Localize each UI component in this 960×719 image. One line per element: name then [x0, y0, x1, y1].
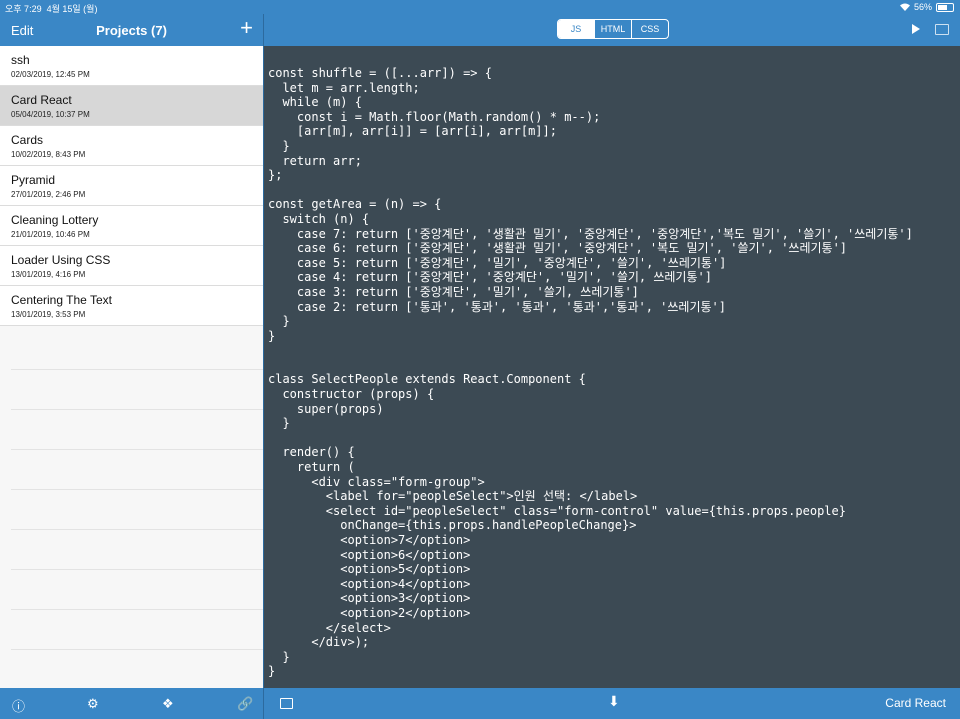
current-project-name: Card React	[885, 696, 946, 710]
project-list: ssh 02/03/2019, 12:45 PM Card React 05/0…	[0, 46, 263, 326]
play-icon[interactable]	[912, 24, 920, 34]
editor-footer: ⬇ Card React	[264, 688, 960, 719]
project-date: 10/02/2019, 8:43 PM	[11, 150, 86, 159]
tab-js[interactable]: JS	[558, 20, 594, 38]
project-name: ssh	[11, 53, 30, 67]
code-editor[interactable]: const shuffle = ([...arr]) => { let m = …	[264, 46, 960, 688]
project-name: Cards	[11, 133, 44, 147]
project-item-selected[interactable]: Card React 05/04/2019, 10:37 PM	[0, 86, 263, 126]
tab-html[interactable]: HTML	[594, 20, 631, 38]
project-item[interactable]: Cleaning Lottery 21/01/2019, 10:46 PM	[0, 206, 263, 246]
status-bar: 오후 7:29 4월 15일 (월) 56%	[0, 0, 960, 14]
download-icon[interactable]: ⬇	[608, 693, 620, 710]
info-icon[interactable]: ⓘ	[12, 696, 25, 715]
project-date: 21/01/2019, 10:46 PM	[11, 230, 90, 239]
project-item[interactable]: Pyramid 27/01/2019, 2:46 PM	[0, 166, 263, 206]
status-time: 오후 7:29	[5, 4, 42, 14]
empty-list-area	[11, 330, 263, 650]
project-item[interactable]: Centering The Text 13/01/2019, 3:53 PM	[0, 286, 263, 326]
project-name: Card React	[11, 93, 72, 107]
code-text[interactable]: const shuffle = ([...arr]) => { let m = …	[264, 46, 960, 679]
editor-header: JS HTML CSS	[264, 14, 960, 46]
project-date: 27/01/2019, 2:46 PM	[11, 190, 86, 199]
project-item[interactable]: ssh 02/03/2019, 12:45 PM	[0, 46, 263, 86]
link-icon[interactable]: 🔗	[237, 696, 253, 712]
language-tabs: JS HTML CSS	[557, 19, 669, 39]
project-name: Loader Using CSS	[11, 253, 111, 267]
battery-percent: 56%	[913, 2, 932, 12]
console-icon[interactable]	[935, 24, 949, 35]
project-date: 13/01/2019, 4:16 PM	[11, 270, 86, 279]
tab-css[interactable]: CSS	[631, 20, 668, 38]
project-date: 05/04/2019, 10:37 PM	[11, 110, 90, 119]
image-icon[interactable]	[280, 698, 293, 709]
sidebar-footer: ⓘ ⚙ ❖ 🔗	[0, 688, 263, 719]
status-date: 4월 15일 (월)	[46, 4, 98, 14]
wifi-icon	[899, 3, 910, 11]
status-right: 56%	[899, 2, 954, 12]
project-name: Centering The Text	[11, 293, 112, 307]
project-date: 13/01/2019, 3:53 PM	[11, 310, 86, 319]
project-item[interactable]: Cards 10/02/2019, 8:43 PM	[0, 126, 263, 166]
projects-title: Projects (7)	[96, 23, 167, 38]
project-date: 02/03/2019, 12:45 PM	[11, 70, 90, 79]
status-time-date: 오후 7:29 4월 15일 (월)	[5, 2, 97, 15]
project-sidebar: Edit Projects (7) + ssh 02/03/2019, 12:4…	[0, 0, 263, 719]
project-name: Pyramid	[11, 173, 56, 187]
project-item[interactable]: Loader Using CSS 13/01/2019, 4:16 PM	[0, 246, 263, 286]
battery-icon	[936, 2, 954, 12]
settings-icon[interactable]: ⚙	[87, 696, 99, 712]
dropbox-icon[interactable]: ❖	[162, 696, 174, 712]
add-project-icon[interactable]: +	[240, 17, 253, 39]
project-name: Cleaning Lottery	[11, 213, 99, 227]
sidebar-header: Edit Projects (7) +	[0, 14, 263, 46]
